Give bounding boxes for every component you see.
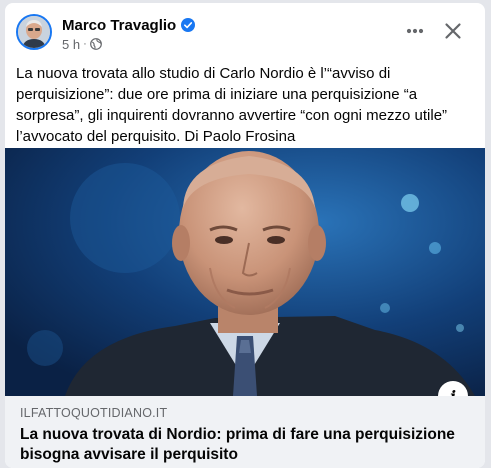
author-name[interactable]: Marco Travaglio xyxy=(62,17,176,34)
globe-icon[interactable] xyxy=(89,38,102,50)
verified-badge-icon xyxy=(181,18,196,32)
author-row: Marco Travaglio xyxy=(62,16,196,34)
link-preview-footer[interactable]: ILFATTOQUOTIDIANO.IT La nuova trovata di… xyxy=(5,396,485,468)
more-options-button[interactable] xyxy=(401,20,429,42)
portrait-photo xyxy=(5,148,485,396)
info-icon: i xyxy=(449,386,457,397)
more-horizontal-icon xyxy=(406,28,424,34)
post-meta: 5 h · xyxy=(62,37,102,52)
post-message: La nuova trovata allo studio di Carlo No… xyxy=(16,63,478,147)
post-timestamp[interactable]: 5 h xyxy=(62,37,80,52)
close-icon xyxy=(445,23,461,39)
link-title[interactable]: La nuova trovata di Nordio: prima di far… xyxy=(20,425,470,465)
link-domain: ILFATTOQUOTIDIANO.IT xyxy=(20,406,168,420)
meta-separator: · xyxy=(83,38,87,50)
post-header: Marco Travaglio 5 h · xyxy=(5,3,485,59)
post-card: Marco Travaglio 5 h · La nuova trovata a… xyxy=(5,3,485,468)
post-message-text: La nuova trovata allo studio di Carlo No… xyxy=(16,65,448,145)
link-preview-image[interactable]: i xyxy=(5,148,485,396)
close-post-button[interactable] xyxy=(439,17,467,45)
author-avatar[interactable] xyxy=(16,14,52,50)
